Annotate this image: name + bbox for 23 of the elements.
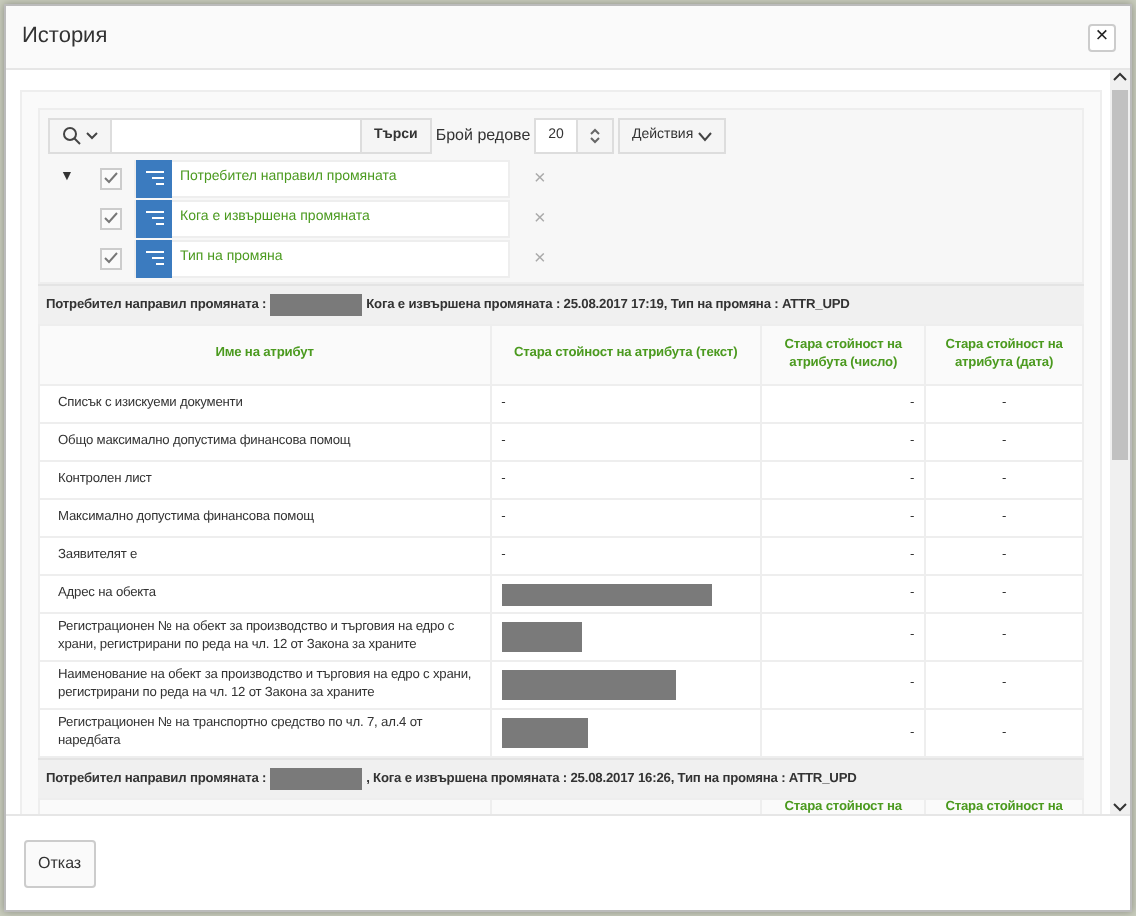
sort-icon	[145, 250, 163, 266]
window-title: История	[22, 22, 108, 53]
cancel-button[interactable]: Отказ	[24, 839, 96, 887]
redacted-block	[501, 622, 582, 653]
search-field[interactable]	[112, 118, 360, 154]
redacted-block	[270, 768, 363, 791]
caret-icon	[697, 131, 712, 141]
search-menu-button[interactable]	[48, 118, 112, 154]
scroll-up-icon[interactable]	[1112, 70, 1128, 86]
scrollbar[interactable]	[1110, 70, 1130, 814]
search-icon	[62, 126, 82, 146]
sort-icon	[145, 210, 163, 226]
checkbox[interactable]	[100, 207, 122, 229]
scroll-down-icon[interactable]	[1112, 798, 1128, 814]
close-button[interactable]: ×	[1088, 23, 1116, 51]
checkbox[interactable]	[100, 247, 122, 269]
sort-icon	[145, 170, 163, 186]
spinner-icon[interactable]	[589, 128, 600, 144]
caret-icon	[86, 132, 98, 140]
redacted-block	[270, 294, 363, 316]
rows-label: Брой редове	[435, 124, 531, 148]
redacted-block	[501, 718, 588, 749]
checkbox[interactable]	[100, 167, 122, 189]
